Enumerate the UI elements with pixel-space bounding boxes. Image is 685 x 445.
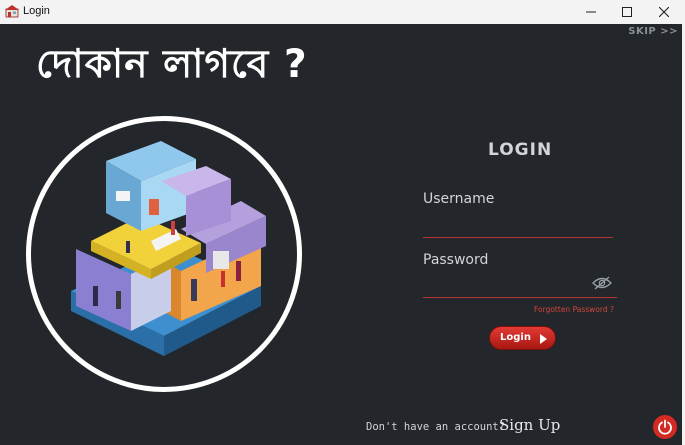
play-arrow-icon (540, 334, 547, 344)
close-icon (659, 7, 669, 17)
window-title: Login (23, 5, 50, 17)
login-button[interactable]: Login (489, 326, 556, 350)
eye-slash-icon[interactable] (591, 275, 613, 291)
close-button[interactable] (645, 0, 683, 24)
login-title: LOGIN (488, 140, 553, 160)
maximize-button[interactable] (608, 0, 646, 24)
password-label: Password (423, 252, 489, 268)
username-input[interactable] (423, 216, 613, 238)
headline: দোকান লাগবে ? (36, 42, 308, 87)
login-button-label: Login (500, 332, 531, 343)
minimize-icon (586, 11, 596, 13)
maximize-icon (622, 7, 632, 17)
power-button[interactable] (653, 415, 677, 439)
power-icon (658, 419, 672, 435)
username-label: Username (423, 191, 495, 207)
app-icon (5, 5, 19, 18)
minimize-button[interactable] (572, 0, 610, 24)
window-body: SKIP >> দোকান লাগবে ? LOGIN Username Pas… (0, 24, 682, 445)
isometric-shop-illustration (71, 141, 266, 356)
hero-image (26, 116, 302, 392)
signup-link[interactable]: Sign Up (499, 416, 560, 434)
no-account-text: Don't have an account? (366, 421, 506, 433)
password-input[interactable] (423, 276, 617, 298)
forgot-password-link[interactable]: Forgotten Password ? (534, 305, 614, 314)
skip-button[interactable]: SKIP >> (628, 26, 678, 37)
title-bar: Login (0, 0, 685, 24)
